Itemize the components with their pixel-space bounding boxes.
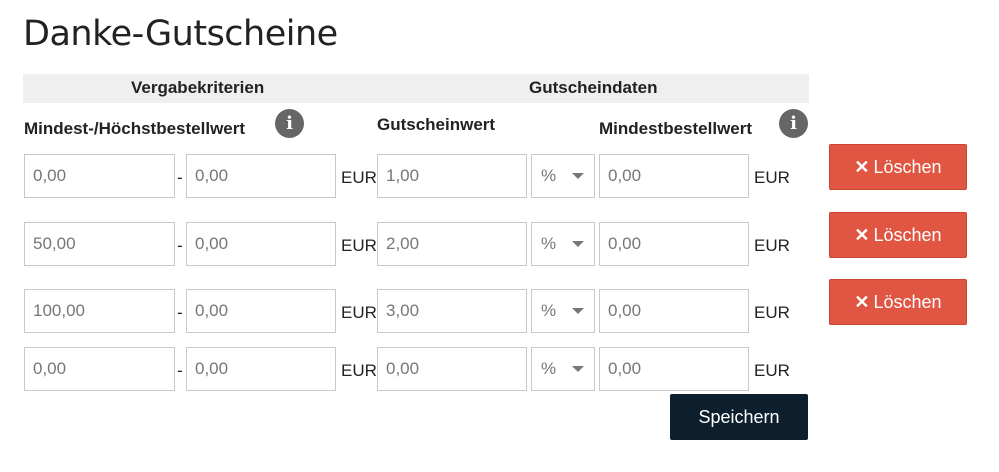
min-order-input[interactable]: 0,00 — [599, 154, 749, 198]
currency-label: EUR — [754, 168, 790, 187]
max-value-input[interactable]: 0,00 — [186, 289, 336, 333]
close-icon: ✕ — [854, 224, 870, 245]
delete-button[interactable]: ✕ Löschen — [829, 279, 967, 325]
voucher-value-subheader: Gutscheinwert — [377, 115, 496, 134]
select-value: % — [541, 166, 557, 185]
min-value-input[interactable]: 0,00 — [24, 154, 175, 198]
delete-label: Löschen — [873, 224, 942, 245]
info-icon[interactable]: i — [275, 109, 304, 138]
info-icon[interactable]: i — [779, 109, 808, 138]
currency-label: EUR — [754, 361, 790, 380]
voucher-header: Gutscheindaten — [529, 78, 658, 97]
min-order-input[interactable]: 0,00 — [599, 347, 749, 391]
criteria-header: Vergabekriterien — [131, 78, 265, 97]
page-title: Danke-Gutscheine — [23, 14, 338, 54]
currency-label: EUR — [754, 236, 790, 255]
voucher-type-select[interactable]: % — [531, 222, 595, 266]
order-value-subheader: Mindest-/Höchstbestellwert — [24, 119, 246, 138]
voucher-type-select[interactable]: % — [531, 347, 595, 391]
close-icon: ✕ — [854, 156, 870, 177]
select-value: % — [541, 234, 557, 253]
voucher-value-input[interactable]: 0,00 — [377, 347, 527, 391]
chevron-down-icon — [572, 241, 584, 247]
currency-label: EUR — [341, 168, 377, 187]
max-value-input[interactable]: 0,00 — [186, 347, 336, 391]
min-order-input[interactable]: 0,00 — [599, 289, 749, 333]
save-button[interactable]: Speichern — [670, 394, 808, 440]
min-value-input[interactable]: 50,00 — [24, 222, 175, 266]
range-separator: - — [177, 361, 183, 380]
delete-button[interactable]: ✕ Löschen — [829, 212, 967, 258]
select-value: % — [541, 301, 557, 320]
voucher-value-input[interactable]: 3,00 — [377, 289, 527, 333]
delete-label: Löschen — [873, 156, 942, 177]
max-value-input[interactable]: 0,00 — [186, 154, 336, 198]
chevron-down-icon — [572, 366, 584, 372]
close-icon: ✕ — [854, 291, 870, 312]
select-value: % — [541, 359, 557, 378]
delete-button[interactable]: ✕ Löschen — [829, 144, 967, 190]
range-separator: - — [177, 303, 183, 322]
min-value-input[interactable]: 100,00 — [24, 289, 175, 333]
voucher-value-input[interactable]: 1,00 — [377, 154, 527, 198]
chevron-down-icon — [572, 308, 584, 314]
voucher-type-select[interactable]: % — [531, 289, 595, 333]
chevron-down-icon — [572, 173, 584, 179]
currency-label: EUR — [341, 303, 377, 322]
min-order-input[interactable]: 0,00 — [599, 222, 749, 266]
currency-label: EUR — [341, 361, 377, 380]
min-value-input[interactable]: 0,00 — [24, 347, 175, 391]
min-order-subheader: Mindestbestellwert — [599, 119, 753, 138]
delete-label: Löschen — [873, 291, 942, 312]
max-value-input[interactable]: 0,00 — [186, 222, 336, 266]
voucher-type-select[interactable]: % — [531, 154, 595, 198]
voucher-value-input[interactable]: 2,00 — [377, 222, 527, 266]
range-separator: - — [177, 168, 183, 187]
currency-label: EUR — [754, 303, 790, 322]
currency-label: EUR — [341, 236, 377, 255]
range-separator: - — [177, 236, 183, 255]
